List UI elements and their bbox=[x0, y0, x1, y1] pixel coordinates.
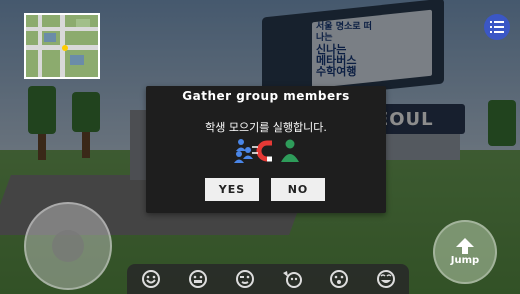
dialog-title: Gather group members bbox=[182, 89, 350, 103]
wave-emote-icon[interactable] bbox=[277, 267, 307, 291]
gather-dialog: Gather group members 학생 모으기를 실행합니다. YES … bbox=[146, 86, 386, 213]
minimap-player-marker bbox=[62, 45, 68, 51]
dialog-message: 학생 모으기를 실행합니다. bbox=[205, 121, 327, 134]
menu-button[interactable] bbox=[484, 14, 510, 40]
joystick-knob[interactable] bbox=[52, 230, 84, 262]
no-button[interactable]: NO bbox=[271, 178, 325, 201]
minimap-road bbox=[26, 27, 98, 31]
laugh-emote-icon[interactable] bbox=[136, 267, 166, 291]
jump-button[interactable]: Jump bbox=[433, 220, 497, 284]
jump-label: Jump bbox=[450, 255, 480, 266]
magnet-gather-icon bbox=[234, 139, 299, 163]
movement-joystick[interactable] bbox=[24, 202, 112, 290]
arrow-up-icon bbox=[456, 238, 474, 254]
minimap-block bbox=[44, 33, 56, 42]
wink-emote-icon[interactable] bbox=[230, 267, 260, 291]
emote-bar bbox=[127, 264, 409, 294]
minimap-block bbox=[76, 19, 90, 27]
yes-button[interactable]: YES bbox=[205, 178, 259, 201]
shock-emote-icon[interactable] bbox=[324, 267, 354, 291]
happy-emote-icon[interactable] bbox=[371, 267, 401, 291]
cheer-emote-icon[interactable] bbox=[183, 267, 213, 291]
minimap[interactable] bbox=[24, 13, 100, 79]
minimap-road bbox=[38, 15, 42, 77]
minimap-block bbox=[70, 55, 84, 65]
list-menu-icon bbox=[490, 21, 504, 33]
